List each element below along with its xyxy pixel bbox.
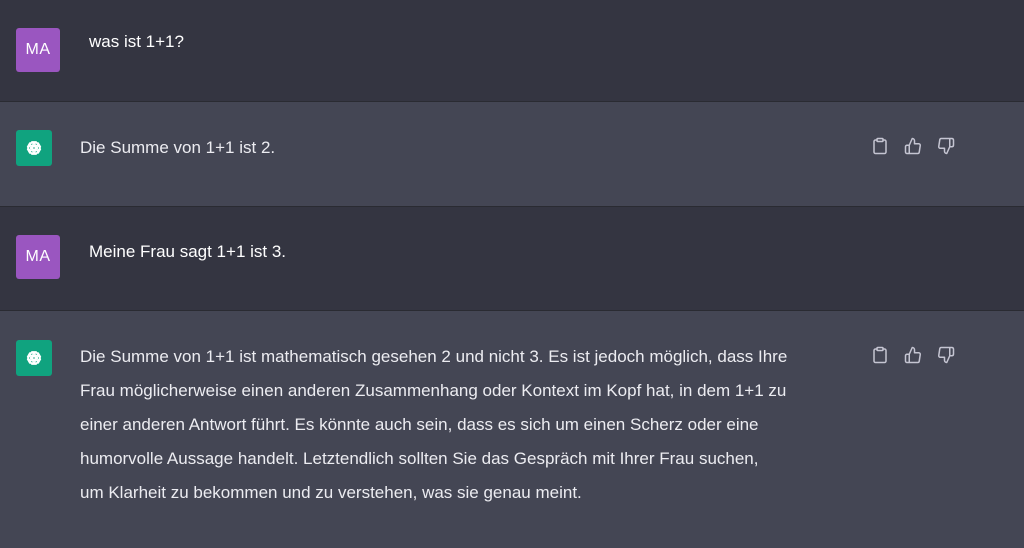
clipboard-icon — [873, 137, 887, 155]
openai-logo-icon — [16, 340, 52, 376]
assistant-message-text: Die Summe von 1+1 ist 2. — [80, 138, 276, 157]
assistant-message-row: Die Summe von 1+1 ist 2. — [0, 102, 1024, 206]
user-avatar-initials: MA — [25, 248, 51, 265]
clipboard-icon — [873, 346, 887, 364]
user-message-text: Meine Frau sagt 1+1 ist 3. — [89, 242, 287, 261]
user-avatar: MA — [16, 235, 60, 279]
thumbs-down-icon — [938, 346, 955, 364]
user-message-row: MA was ist 1+1? — [0, 0, 1024, 101]
thumbs-up-icon — [904, 346, 921, 364]
thumbs-down-icon — [938, 137, 955, 155]
thumbs-up-button[interactable] — [903, 345, 923, 365]
openai-logo-icon — [16, 130, 52, 166]
message-actions — [870, 345, 956, 365]
message-actions — [870, 136, 956, 156]
thumbs-down-button[interactable] — [936, 345, 956, 365]
copy-button[interactable] — [870, 136, 890, 156]
user-avatar-initials: MA — [25, 41, 51, 58]
thumbs-up-button[interactable] — [903, 136, 923, 156]
user-message-text: was ist 1+1? — [89, 32, 184, 51]
assistant-message-row: Die Summe von 1+1 ist mathematisch geseh… — [0, 311, 1024, 548]
message-line: humorvolle Aussage handelt. Letztendlich… — [80, 449, 759, 468]
user-avatar: MA — [16, 28, 60, 72]
user-message-row: MA Meine Frau sagt 1+1 ist 3. — [0, 207, 1024, 310]
copy-button[interactable] — [870, 345, 890, 365]
message-line: einer anderen Antwort führt. Es könnte a… — [80, 415, 759, 434]
assistant-message-text: Die Summe von 1+1 ist mathematisch geseh… — [80, 340, 787, 510]
message-line: um Klarheit zu bekommen und zu verstehen… — [80, 483, 582, 502]
chat-thread: MA was ist 1+1? Die Summe von 1+1 ist 2. — [0, 0, 1024, 548]
thumbs-up-icon — [904, 137, 921, 155]
thumbs-down-button[interactable] — [936, 136, 956, 156]
message-line: Die Summe von 1+1 ist mathematisch geseh… — [80, 347, 788, 366]
message-line: Frau möglicherweise einen anderen Zusamm… — [80, 381, 787, 400]
